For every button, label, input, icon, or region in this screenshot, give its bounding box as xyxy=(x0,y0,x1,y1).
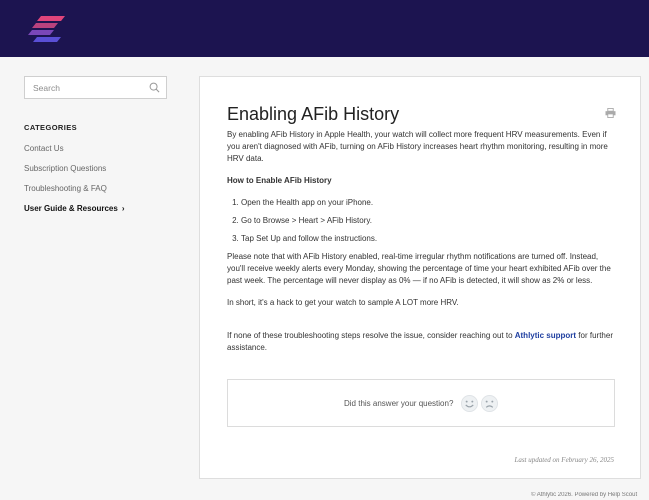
footer-text: © Athlytic 2026. Powered by Help Scout xyxy=(531,492,638,498)
article-body: By enabling AFib History in Apple Health… xyxy=(227,129,617,354)
category-list: Contact Us Subscription Questions Troubl… xyxy=(24,144,167,224)
sidebar-item-contact-us[interactable]: Contact Us xyxy=(24,144,167,164)
article-card: Enabling AFib History By enabling AFib H… xyxy=(199,76,641,479)
note-paragraph: Please note that with AFib History enabl… xyxy=(227,252,611,285)
sidebar-item-label: Contact Us xyxy=(24,144,64,153)
sidebar-item-user-guide[interactable]: User Guide & Resources › xyxy=(24,204,167,224)
sidebar-item-label: Subscription Questions xyxy=(24,164,107,173)
list-item: Go to Browse > Heart > AFib History. xyxy=(241,215,617,227)
support-link[interactable]: Athlytic support xyxy=(515,331,576,340)
print-icon[interactable] xyxy=(605,108,616,118)
list-item: Open the Health app on your iPhone. xyxy=(241,197,617,209)
summary-paragraph: In short, it's a hack to get your watch … xyxy=(227,298,459,307)
search-box xyxy=(24,76,167,99)
search-icon[interactable] xyxy=(149,82,160,93)
support-text-before: If none of these troubleshooting steps r… xyxy=(227,331,515,340)
intro-paragraph: By enabling AFib History in Apple Health… xyxy=(227,130,608,163)
support-paragraph: If none of these troubleshooting steps r… xyxy=(227,330,617,354)
steps-list: Open the Health app on your iPhone. Go t… xyxy=(227,197,617,245)
sidebar-item-subscription-questions[interactable]: Subscription Questions xyxy=(24,164,167,184)
site-header xyxy=(0,0,649,57)
sidebar-item-troubleshooting-faq[interactable]: Troubleshooting & FAQ xyxy=(24,184,167,204)
sidebar-item-label: Troubleshooting & FAQ xyxy=(24,184,107,193)
smiley-happy-icon[interactable] xyxy=(461,395,478,412)
sidebar-item-label: User Guide & Resources xyxy=(24,204,118,213)
article-title: Enabling AFib History xyxy=(227,104,400,124)
feedback-box: Did this answer your question? xyxy=(227,379,615,427)
athlytic-logo[interactable] xyxy=(27,16,67,44)
feedback-question: Did this answer your question? xyxy=(344,399,454,408)
sidebar: CATEGORIES Contact Us Subscription Quest… xyxy=(24,76,167,224)
list-item: Tap Set Up and follow the instructions. xyxy=(241,233,617,245)
smiley-sad-icon[interactable] xyxy=(481,395,498,412)
how-to-heading: How to Enable AFib History xyxy=(227,176,332,185)
search-input[interactable] xyxy=(25,77,135,98)
last-updated: Last updated on February 26, 2025 xyxy=(514,456,614,464)
categories-heading: CATEGORIES xyxy=(24,123,78,132)
chevron-right-icon: › xyxy=(121,204,125,213)
